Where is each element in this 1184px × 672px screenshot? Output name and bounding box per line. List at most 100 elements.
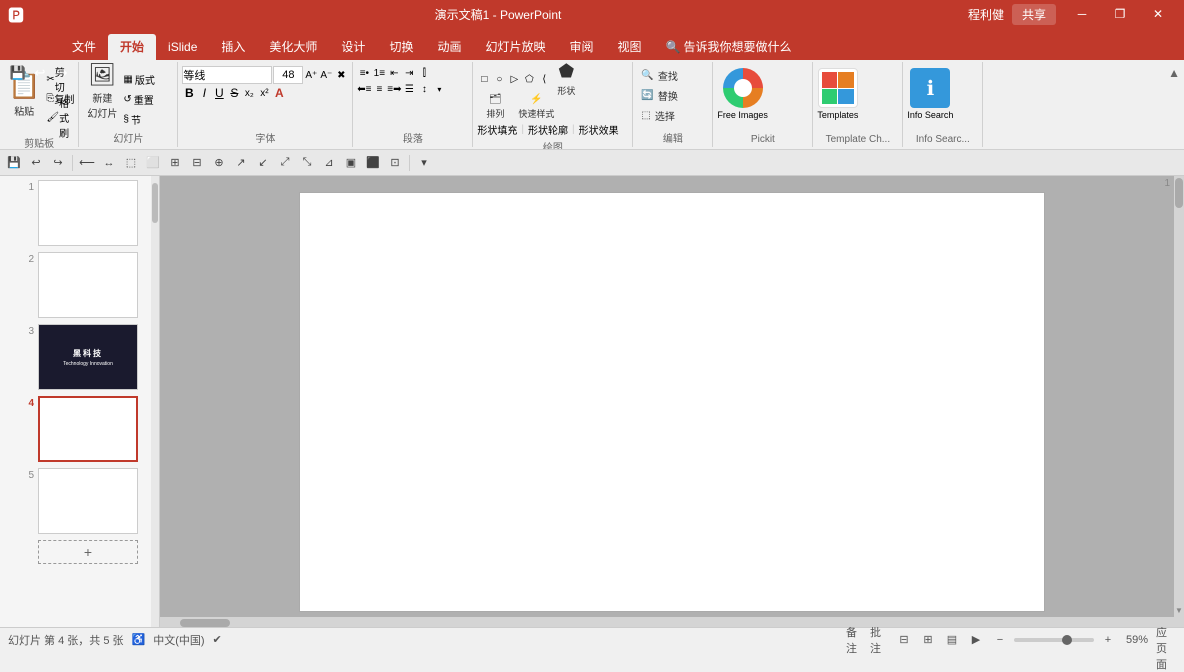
reset-button[interactable]: ↺ 重置 (123, 90, 173, 108)
canvas-hscroll-thumb[interactable] (180, 619, 230, 627)
qt-btn-2[interactable]: ↔ (99, 153, 119, 173)
canvas-hscrollbar[interactable] (160, 617, 1174, 627)
zoom-in-button[interactable]: + (1098, 631, 1118, 649)
tab-animations[interactable]: 动画 (425, 34, 473, 60)
shape-2[interactable]: ○ (492, 72, 506, 86)
align-center-button[interactable]: ≡ (372, 82, 386, 96)
zoom-level[interactable]: 59% (1122, 631, 1152, 649)
clear-format-button[interactable]: ✖ (334, 68, 348, 82)
slide-thumb-1[interactable] (38, 180, 138, 246)
numbering-button[interactable]: 1≡ (372, 66, 386, 80)
shape-outline-button[interactable]: 形状轮廓 (528, 122, 568, 137)
view-reading-button[interactable]: ▤ (942, 631, 962, 649)
tab-search[interactable]: 🔍 告诉我你想要做什么 (654, 34, 804, 60)
align-right-button[interactable]: ≡➡ (387, 82, 401, 96)
indent-dec-button[interactable]: ⇤ (387, 66, 401, 80)
shape-fill-button[interactable]: 形状填充 (477, 122, 517, 137)
tab-insert[interactable]: 插入 (209, 34, 257, 60)
info-search-button[interactable]: ℹ Info Search (907, 68, 953, 120)
shapes-button[interactable]: ⬟ 形状 (552, 66, 580, 92)
qt-save-btn[interactable]: 💾 (4, 153, 24, 173)
font-color-button[interactable]: A (272, 86, 286, 100)
view-grid-button[interactable]: ⊞ (918, 631, 938, 649)
font-size-inc[interactable]: A⁺ (304, 68, 318, 82)
new-slide-button[interactable]: 🖼 新建 幻灯片 (83, 66, 121, 116)
qt-btn-11[interactable]: ⤡ (297, 153, 317, 173)
templates-button[interactable]: Templates (817, 68, 858, 120)
qt-btn-6[interactable]: ⊟ (187, 153, 207, 173)
justify-button[interactable]: ☰ (402, 82, 416, 96)
qt-btn-12[interactable]: ⊿ (319, 153, 339, 173)
slide-item-5[interactable]: 5 (20, 468, 155, 534)
canvas-vscroll-thumb[interactable] (1175, 178, 1183, 208)
redo-qa-button[interactable]: ↪ (52, 63, 72, 83)
share-button[interactable]: 共享 (1012, 4, 1056, 25)
save-qa-button[interactable]: 💾 (8, 63, 28, 83)
fit-page-button[interactable]: 适应页面 (1156, 631, 1176, 649)
notes-button[interactable]: 备注 (846, 631, 866, 649)
underline-button[interactable]: U (212, 86, 226, 100)
qt-btn-13[interactable]: ▣ (341, 153, 361, 173)
tab-home[interactable]: 开始 (108, 34, 156, 60)
add-slide-button[interactable]: + (38, 540, 138, 564)
slide-panel-scroll-thumb[interactable] (152, 183, 158, 223)
qt-redo-btn[interactable]: ↪ (48, 153, 68, 173)
bullets-button[interactable]: ≡• (357, 66, 371, 80)
accessibility-icon[interactable]: ♿ (132, 633, 146, 646)
slide-thumb-5[interactable] (38, 468, 138, 534)
slide-item-3[interactable]: 3 黑科技 Technology Innovation (20, 324, 155, 390)
qt-btn-7[interactable]: ⊕ (209, 153, 229, 173)
slide-item-1[interactable]: 1 (20, 180, 155, 246)
qt-more-button[interactable]: ▾ (414, 153, 434, 173)
comments-button[interactable]: 批注 (870, 631, 890, 649)
slide-item-4[interactable]: 4 (20, 396, 155, 462)
scroll-down-arrow[interactable]: ▼ (1174, 605, 1184, 615)
tab-view[interactable]: 视图 (606, 34, 654, 60)
spell-check-icon[interactable]: ✔ (213, 633, 222, 646)
shape-3[interactable]: ▷ (507, 72, 521, 86)
section-button[interactable]: § 节 (123, 110, 173, 128)
free-images-button[interactable]: Free Images (717, 68, 768, 120)
bold-button[interactable]: B (182, 86, 196, 100)
tab-islide[interactable]: iSlide (156, 34, 209, 60)
qt-btn-4[interactable]: ⬜ (143, 153, 163, 173)
slide-panel-scrollbar[interactable] (151, 176, 159, 627)
paragraph-dropdown[interactable]: ▾ (432, 82, 446, 96)
slide-item-2[interactable]: 2 (20, 252, 155, 318)
line-spacing-button[interactable]: ↕ (417, 82, 431, 96)
qt-btn-1[interactable]: ⟵ (77, 153, 97, 173)
tab-beautify[interactable]: 美化大师 (257, 34, 329, 60)
columns-button[interactable]: ⫿ (417, 66, 431, 80)
restore-button[interactable]: ❐ (1102, 0, 1138, 28)
qt-btn-14[interactable]: ⬛ (363, 153, 383, 173)
font-size-select[interactable]: 48 (273, 66, 303, 84)
undo-qa-button[interactable]: ↩ (30, 63, 50, 83)
quick-styles-button[interactable]: ⚡ 快速样式 (514, 94, 558, 120)
slide-thumb-4[interactable] (38, 396, 138, 462)
ribbon-collapse-button[interactable]: ▲ (1168, 66, 1180, 80)
qt-btn-5[interactable]: ⊞ (165, 153, 185, 173)
italic-button[interactable]: I (197, 86, 211, 100)
subscript-button[interactable]: x₂ (242, 86, 256, 100)
strikethrough-button[interactable]: S (227, 86, 241, 100)
tab-slideshow[interactable]: 幻灯片放映 (473, 34, 557, 60)
shape-1[interactable]: □ (477, 72, 491, 86)
align-left-button[interactable]: ⬅≡ (357, 82, 371, 96)
zoom-out-button[interactable]: − (990, 631, 1010, 649)
minimize-button[interactable]: ─ (1064, 0, 1100, 28)
arrange-button[interactable]: 🗂 排列 (477, 94, 513, 120)
superscript-button[interactable]: x² (257, 86, 271, 100)
qt-btn-8[interactable]: ↗ (231, 153, 251, 173)
tab-transitions[interactable]: 切换 (377, 34, 425, 60)
close-button[interactable]: ✕ (1140, 0, 1176, 28)
select-button[interactable]: ⬚ 选择 (637, 106, 681, 124)
canvas-vscrollbar[interactable]: ▼ (1174, 176, 1184, 627)
indent-inc-button[interactable]: ⇥ (402, 66, 416, 80)
tab-file[interactable]: 文件 (60, 34, 108, 60)
find-button[interactable]: 🔍 查找 (637, 66, 681, 84)
slide-thumb-2[interactable] (38, 252, 138, 318)
qt-btn-3[interactable]: ⬚ (121, 153, 141, 173)
qt-btn-9[interactable]: ↙ (253, 153, 273, 173)
replace-button[interactable]: 🔄 替换 (637, 86, 681, 104)
tab-review[interactable]: 审阅 (557, 34, 605, 60)
